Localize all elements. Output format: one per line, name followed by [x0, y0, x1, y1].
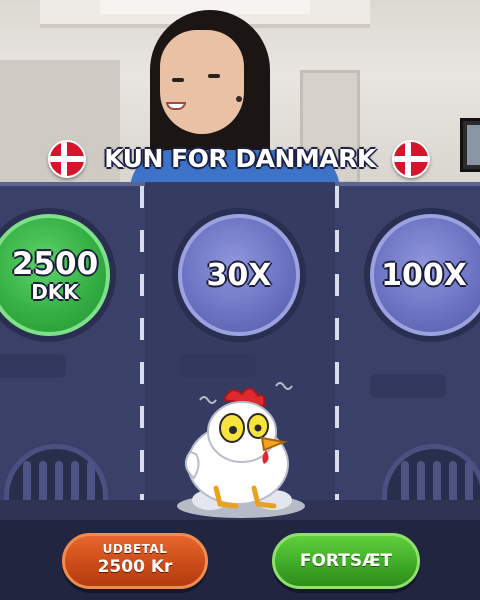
- earring: [236, 96, 242, 102]
- road-tile: [0, 354, 66, 378]
- multiplier-label: 100X: [381, 257, 467, 293]
- cashout-amount: 2500 Kr: [97, 557, 173, 577]
- chicken-character-icon: [177, 382, 305, 518]
- cashout-button[interactable]: UDBETAL 2500 Kr: [62, 533, 208, 589]
- road-tile: [370, 374, 446, 398]
- streamer-face: [160, 30, 244, 134]
- streamer-eye: [172, 78, 184, 82]
- promo-banner: KUN FOR DANMARK: [104, 144, 376, 173]
- denmark-flag-icon: [392, 140, 430, 178]
- cashout-label: UDBETAL: [102, 542, 168, 556]
- continue-label: FORTSÆT: [299, 551, 393, 571]
- continue-button[interactable]: FORTSÆT: [272, 533, 420, 589]
- collected-amount: 2500: [11, 246, 99, 282]
- lane-disc-multiplier: 30X: [172, 208, 306, 342]
- lane-divider: [335, 186, 339, 520]
- collected-currency: DKK: [31, 280, 79, 304]
- road-tile: [180, 354, 256, 378]
- picture-frame: [460, 118, 480, 172]
- streamer-eye: [208, 74, 220, 78]
- multiplier-label: 30X: [206, 257, 272, 293]
- denmark-flag-icon: [48, 140, 86, 178]
- lane-divider: [140, 186, 144, 520]
